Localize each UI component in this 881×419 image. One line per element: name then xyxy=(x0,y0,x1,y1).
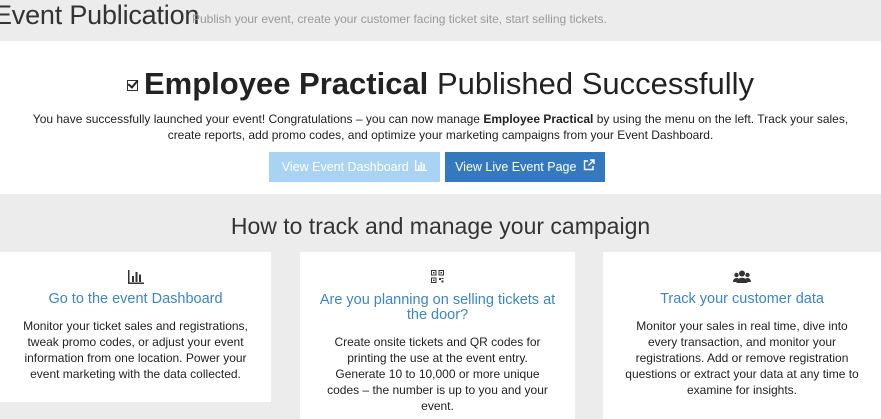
page-subtitle: Publish your event, create your customer… xyxy=(192,12,607,26)
customer-data-card-title-link[interactable]: Track your customer data xyxy=(613,292,871,307)
view-live-event-page-button[interactable]: View Live Event Page xyxy=(445,152,605,182)
dashboard-card-title-link[interactable]: Go to the event Dashboard xyxy=(10,292,261,307)
qr-code-icon xyxy=(300,270,575,284)
door-sales-card: Are you planning on selling tickets at t… xyxy=(300,252,575,419)
event-name: Employee Practical xyxy=(143,66,429,101)
door-sales-card-body: Create onsite tickets and QR codes for p… xyxy=(327,335,548,413)
customer-data-card-body: Monitor your sales in real time, dive in… xyxy=(625,319,859,397)
campaign-heading: How to track and manage your campaign xyxy=(230,213,651,239)
success-heading: Employee Practical Published Successfull… xyxy=(0,66,881,102)
customer-data-card: Track your customer data Monitor your sa… xyxy=(603,252,881,419)
users-icon xyxy=(603,270,881,284)
checkbox-check-icon xyxy=(126,80,138,91)
success-panel: Employee Practical Published Successfull… xyxy=(0,41,881,194)
success-message: You have successfully launched your even… xyxy=(20,111,861,143)
published-text: Published Successfully xyxy=(436,66,754,101)
view-event-dashboard-button[interactable]: View Event Dashboard xyxy=(269,152,440,182)
page-title: Event Publication xyxy=(0,0,200,30)
view-event-dashboard-label: View Event Dashboard xyxy=(281,160,409,174)
dashboard-card: Go to the event Dashboard Monitor your t… xyxy=(0,252,271,402)
bar-chart-icon xyxy=(0,270,271,284)
external-link-icon xyxy=(583,153,595,183)
door-sales-card-title-link[interactable]: Are you planning on selling tickets at t… xyxy=(316,293,559,323)
dashboard-card-body: Monitor your ticket sales and registrati… xyxy=(23,319,248,381)
bar-chart-icon xyxy=(415,153,428,183)
view-live-event-page-label: View Live Event Page xyxy=(455,160,577,174)
page-header: Event Publication Publish your event, cr… xyxy=(0,0,881,40)
message-part1: You have successfully launched your even… xyxy=(32,112,484,126)
message-event-name: Employee Practical xyxy=(483,112,594,126)
